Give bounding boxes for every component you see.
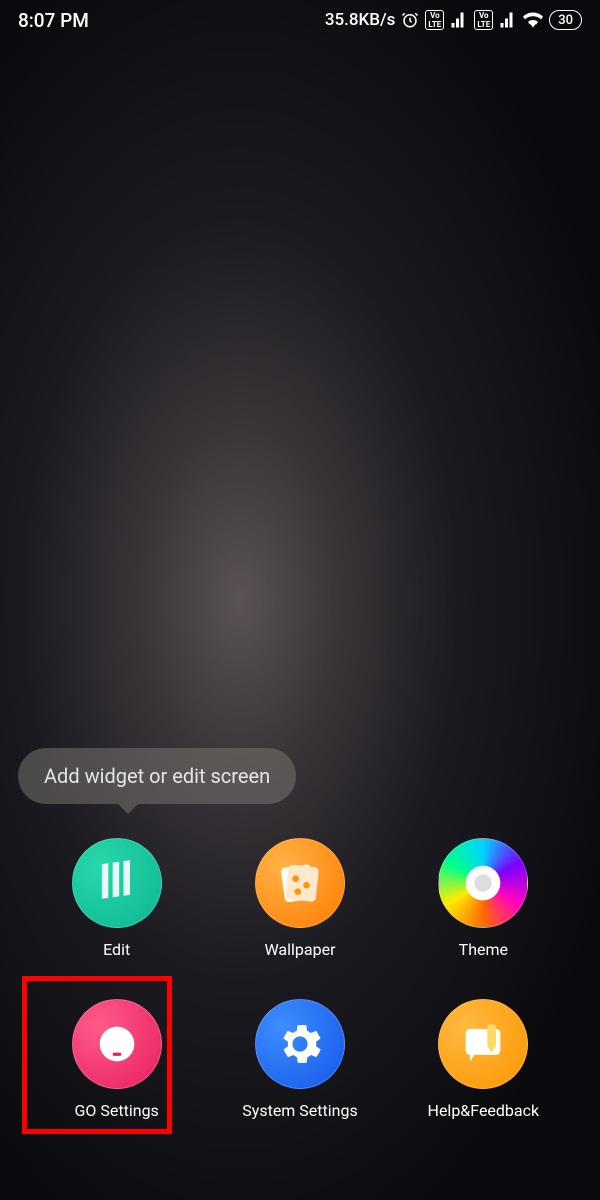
alarm-icon [401,11,419,29]
system-settings-option[interactable]: System Settings [223,999,376,1120]
status-indicators: 35.8KB/s VoLTE VoLTE 30 [325,10,582,30]
theme-icon [438,838,528,928]
edit-label: Edit [103,940,130,959]
battery-indicator: 30 [549,10,582,30]
status-bar: 8:07 PM 35.8KB/s VoLTE VoLTE 30 [0,0,600,40]
wallpaper-option[interactable]: Wallpaper [223,838,376,959]
system-settings-label: System Settings [242,1101,357,1120]
wallpaper-label: Wallpaper [264,940,335,959]
help-feedback-option[interactable]: Help&Feedback [407,999,560,1120]
launcher-options-grid: Edit Wallpaper Theme GO Settings System … [0,838,600,1120]
signal-icon-2 [499,11,517,29]
volte-badge-2: VoLTE [474,10,493,30]
help-feedback-icon [438,999,528,1089]
status-time: 8:07 PM [18,9,89,32]
wifi-icon [523,10,543,30]
help-feedback-label: Help&Feedback [428,1101,540,1120]
go-settings-icon [72,999,162,1089]
wallpaper-icon [255,838,345,928]
volte-badge-1: VoLTE [425,10,444,30]
theme-option[interactable]: Theme [407,838,560,959]
go-settings-option[interactable]: GO Settings [40,999,193,1120]
go-settings-label: GO Settings [75,1101,159,1120]
signal-icon-1 [450,11,468,29]
system-settings-icon [255,999,345,1089]
theme-label: Theme [459,940,508,959]
tooltip-text: Add widget or edit screen [44,764,270,788]
edit-icon [72,838,162,928]
tooltip-bubble: Add widget or edit screen [18,748,296,804]
edit-option[interactable]: Edit [40,838,193,959]
network-speed: 35.8KB/s [325,10,396,30]
